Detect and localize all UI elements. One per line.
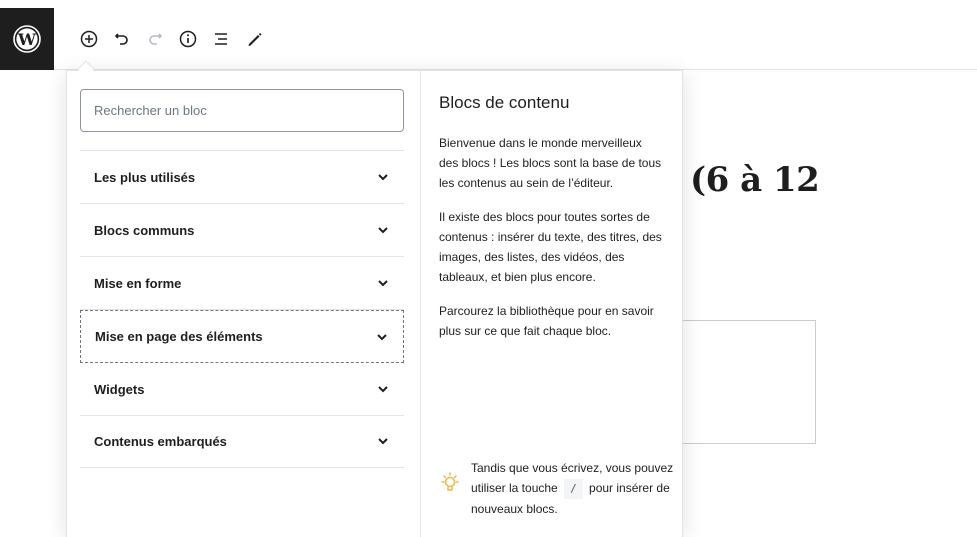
edit-tool-icon	[248, 33, 261, 46]
help-paragraph: Bienvenue dans le monde merveilleux des …	[439, 136, 662, 190]
add-block-button[interactable]	[72, 21, 105, 57]
inserter-help-panel: Blocs de contenu Bienvenue dans le monde…	[420, 71, 682, 537]
help-paragraph: Il existe des blocs pour toutes sortes d…	[439, 210, 662, 284]
info-icon	[179, 30, 196, 48]
chevron-down-icon	[378, 227, 388, 234]
panel-embeds[interactable]: Contenus embarqués	[80, 415, 404, 468]
panel-common-blocks[interactable]: Blocs communs	[80, 204, 404, 257]
info-button[interactable]	[171, 21, 204, 57]
block-search-input[interactable]: Rechercher un bloc	[80, 89, 404, 132]
panel-layout-elements[interactable]: Mise en page des éléments	[80, 310, 404, 363]
post-heading[interactable]: (6 à 12	[690, 160, 820, 200]
panel-label: Mise en forme	[94, 275, 182, 291]
list-view-icon	[214, 33, 227, 45]
panel-formatting[interactable]: Mise en forme	[80, 257, 404, 310]
chevron-down-icon	[378, 280, 388, 287]
chevron-down-icon	[378, 174, 388, 181]
panel-most-used[interactable]: Les plus utilisés	[80, 151, 404, 204]
chevron-down-icon	[378, 438, 388, 445]
help-paragraph: Parcourez la bibliothèque pour en savoir…	[439, 304, 654, 338]
panel-label: Les plus utilisés	[94, 169, 196, 185]
header-toolbar	[72, 8, 270, 70]
inserter-block-list: Rechercher un bloc Les plus utilisés Blo…	[67, 71, 420, 537]
undo-button[interactable]	[105, 21, 138, 57]
editor-header: W	[0, 8, 977, 70]
undo-icon	[114, 33, 128, 45]
search-placeholder: Rechercher un bloc	[94, 103, 207, 118]
block-inserter-popover: Rechercher un bloc Les plus utilisés Blo…	[66, 70, 683, 537]
panel-label: Blocs communs	[94, 222, 195, 238]
redo-button[interactable]	[138, 21, 171, 57]
inserter-tip: Tandis que vous écrivez, vous pouvez uti…	[439, 458, 679, 519]
help-title: Blocs de contenu	[439, 93, 570, 112]
tip-text: Tandis que vous écrivez, vous pouvez uti…	[471, 458, 679, 519]
panel-widgets[interactable]: Widgets	[80, 363, 404, 416]
redo-icon	[148, 33, 162, 45]
wordpress-logo-icon[interactable]: W	[0, 8, 54, 70]
panel-label: Widgets	[94, 381, 145, 397]
add-block-icon	[80, 30, 97, 48]
list-view-button[interactable]	[204, 21, 237, 57]
edit-tool-button[interactable]	[237, 21, 270, 57]
panel-label: Mise en page des éléments	[95, 329, 263, 344]
empty-block-placeholder[interactable]	[683, 320, 816, 444]
panel-label: Contenus embarqués	[94, 433, 227, 449]
lightbulb-icon	[441, 472, 459, 491]
svg-text:W: W	[17, 30, 37, 49]
chevron-down-icon	[377, 333, 387, 340]
slash-key-hint: /	[564, 479, 583, 499]
chevron-down-icon	[378, 386, 388, 393]
